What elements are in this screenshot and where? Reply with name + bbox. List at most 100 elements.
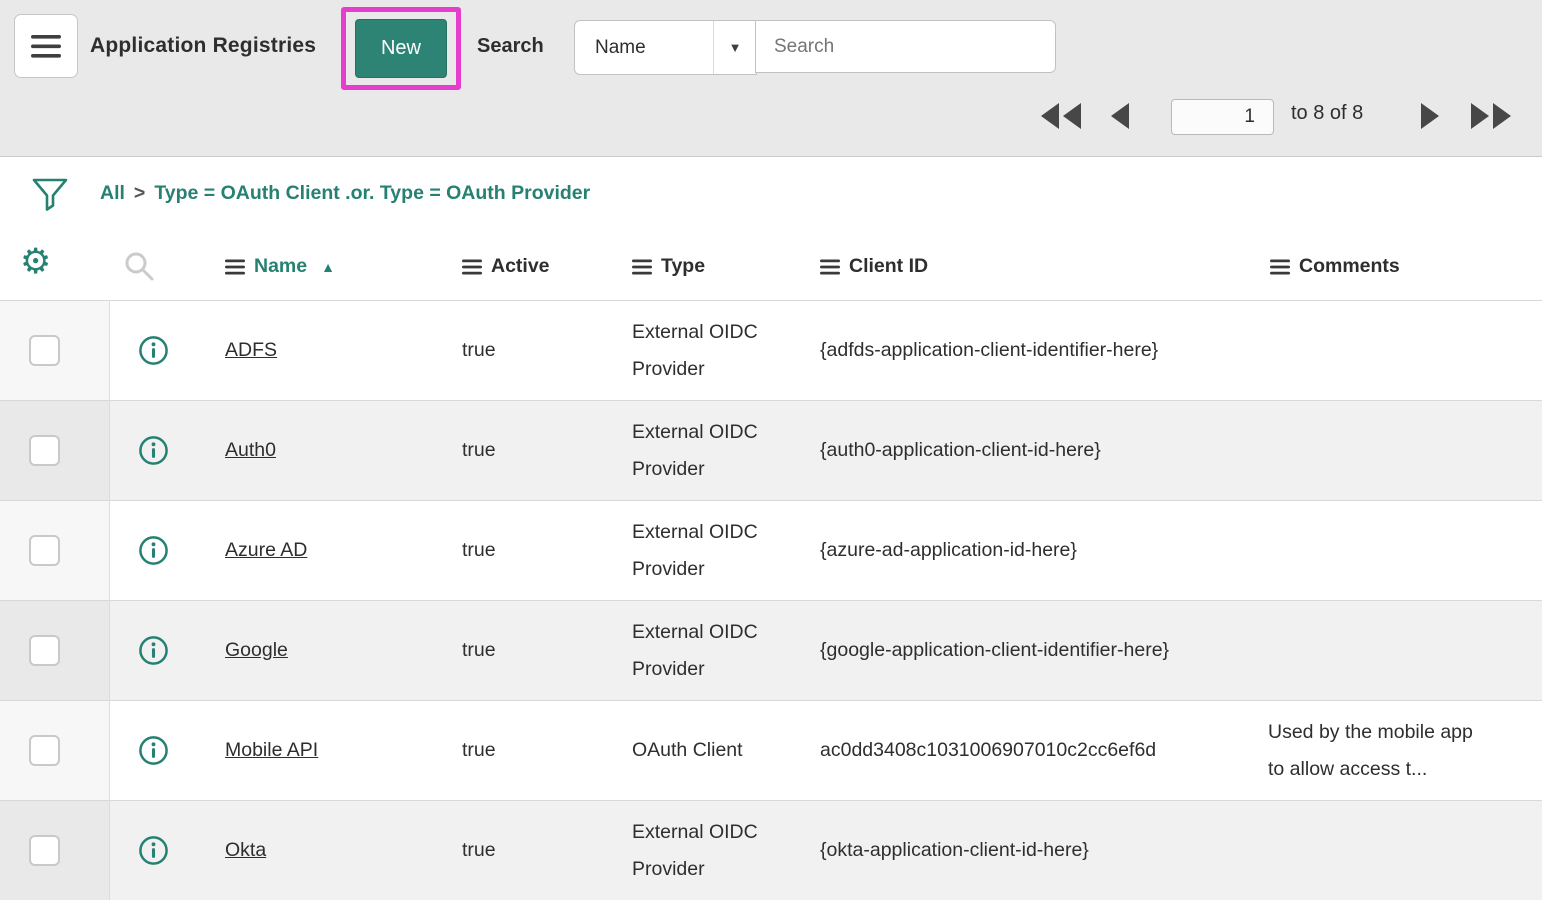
type-value: External OIDC Provider xyxy=(632,514,814,588)
skip-to-first-icon xyxy=(1037,101,1083,131)
row-select-column xyxy=(0,601,110,700)
info-icon xyxy=(138,435,169,466)
active-value: true xyxy=(462,632,496,669)
record-preview-button[interactable] xyxy=(138,435,169,466)
type-value: External OIDC Provider xyxy=(632,614,814,688)
table-row: Auth0 true External OIDC Provider {auth0… xyxy=(0,400,1542,500)
column-menu-icon xyxy=(632,259,652,275)
column-label-comments: Comments xyxy=(1299,255,1400,278)
top-header: Application Registries New Search Name ▼… xyxy=(0,0,1542,157)
row-select-column xyxy=(0,301,110,400)
record-name-link[interactable]: Mobile API xyxy=(225,739,318,762)
client-id-value: {google-application-client-identifier-he… xyxy=(820,632,1169,669)
gear-icon[interactable]: ⚙ xyxy=(20,245,51,280)
column-menu-icon xyxy=(225,259,245,275)
row-checkbox[interactable] xyxy=(29,335,60,366)
record-name-link[interactable]: ADFS xyxy=(225,339,277,362)
table-row: ADFS true External OIDC Provider {adfds-… xyxy=(0,300,1542,400)
menu-button[interactable] xyxy=(14,14,78,78)
row-select-column xyxy=(0,401,110,500)
previous-page-icon xyxy=(1107,101,1131,131)
row-checkbox[interactable] xyxy=(29,835,60,866)
row-select-column xyxy=(0,501,110,600)
breadcrumb-condition-link[interactable]: Type = OAuth Client .or. Type = OAuth Pr… xyxy=(154,182,590,204)
record-name-link[interactable]: Azure AD xyxy=(225,539,307,562)
search-label: Search xyxy=(477,35,544,58)
record-list: ADFS true External OIDC Provider {adfds-… xyxy=(0,300,1542,900)
active-value: true xyxy=(462,532,496,569)
type-value: External OIDC Provider xyxy=(632,814,814,888)
column-header-active[interactable]: Active xyxy=(462,233,550,300)
search-input[interactable] xyxy=(755,20,1056,73)
column-header-client-id[interactable]: Client ID xyxy=(820,233,928,300)
next-page-button[interactable] xyxy=(1419,101,1443,131)
column-label-client-id: Client ID xyxy=(849,255,928,278)
column-label-name: Name xyxy=(254,255,307,278)
hamburger-icon xyxy=(31,34,61,59)
client-id-value: {adfds-application-client-identifier-her… xyxy=(820,332,1158,369)
breadcrumb-separator: > xyxy=(134,182,145,204)
record-preview-button[interactable] xyxy=(138,735,169,766)
info-icon xyxy=(138,835,169,866)
next-page-icon xyxy=(1419,101,1443,131)
record-name-link[interactable]: Auth0 xyxy=(225,439,276,462)
comments-value: Used by the mobile app to allow access t… xyxy=(1268,714,1483,788)
last-page-button[interactable] xyxy=(1469,101,1515,131)
row-checkbox[interactable] xyxy=(29,535,60,566)
search-column-select[interactable]: Name ▼ xyxy=(574,20,757,75)
previous-page-button[interactable] xyxy=(1107,101,1131,131)
type-value: OAuth Client xyxy=(632,732,743,769)
page-number-input[interactable] xyxy=(1171,99,1274,135)
row-checkbox[interactable] xyxy=(29,635,60,666)
info-cell xyxy=(110,301,196,400)
breadcrumb: All > Type = OAuth Client .or. Type = OAut… xyxy=(100,182,590,205)
breadcrumb-all-link[interactable]: All xyxy=(100,182,125,204)
chevron-down-icon: ▼ xyxy=(713,21,756,74)
first-page-button[interactable] xyxy=(1037,101,1083,131)
column-header-type[interactable]: Type xyxy=(632,233,705,300)
column-menu-icon xyxy=(820,259,840,275)
info-cell xyxy=(110,501,196,600)
active-value: true xyxy=(462,732,496,769)
table-row: Mobile API true OAuth Client ac0dd3408c1… xyxy=(0,700,1542,800)
record-preview-button[interactable] xyxy=(138,835,169,866)
active-value: true xyxy=(462,832,496,869)
column-label-active: Active xyxy=(491,255,550,278)
client-id-value: ac0dd3408c1031006907010c2cc6ef6d xyxy=(820,732,1156,769)
record-name-link[interactable]: Okta xyxy=(225,839,266,862)
record-preview-button[interactable] xyxy=(138,535,169,566)
info-icon xyxy=(138,635,169,666)
application-registries-list-page: Application Registries New Search Name ▼… xyxy=(0,0,1542,900)
row-checkbox[interactable] xyxy=(29,435,60,466)
row-select-column xyxy=(0,801,110,900)
type-value: External OIDC Provider xyxy=(632,314,814,388)
pagination-range-label: to 8 of 8 xyxy=(1291,102,1363,125)
annotation-highlight-box: New xyxy=(341,7,461,90)
new-button[interactable]: New xyxy=(355,19,447,78)
search-column-selected-value: Name xyxy=(575,37,713,59)
row-checkbox[interactable] xyxy=(29,735,60,766)
client-id-value: {okta-application-client-id-here} xyxy=(820,832,1089,869)
column-header-name[interactable]: Name ▲ xyxy=(225,233,335,300)
info-icon xyxy=(138,535,169,566)
filter-funnel-icon[interactable] xyxy=(30,175,70,215)
info-cell xyxy=(110,401,196,500)
info-cell xyxy=(110,701,196,800)
column-menu-icon xyxy=(462,259,482,275)
info-icon xyxy=(138,735,169,766)
column-header-comments[interactable]: Comments xyxy=(1270,233,1400,300)
list-column-header: ⚙ Name ▲ Active Type xyxy=(0,233,1542,300)
active-value: true xyxy=(462,432,496,469)
column-label-type: Type xyxy=(661,255,705,278)
row-select-column xyxy=(0,701,110,800)
table-row: Okta true External OIDC Provider {okta-a… xyxy=(0,800,1542,900)
client-id-value: {azure-ad-application-id-here} xyxy=(820,532,1077,569)
record-name-link[interactable]: Google xyxy=(225,639,288,662)
record-preview-button[interactable] xyxy=(138,335,169,366)
skip-to-last-icon xyxy=(1469,101,1515,131)
client-id-value: {auth0-application-client-id-here} xyxy=(820,432,1101,469)
column-menu-icon xyxy=(1270,259,1290,275)
record-preview-button[interactable] xyxy=(138,635,169,666)
page-title: Application Registries xyxy=(90,34,316,58)
search-icon[interactable] xyxy=(122,249,156,283)
